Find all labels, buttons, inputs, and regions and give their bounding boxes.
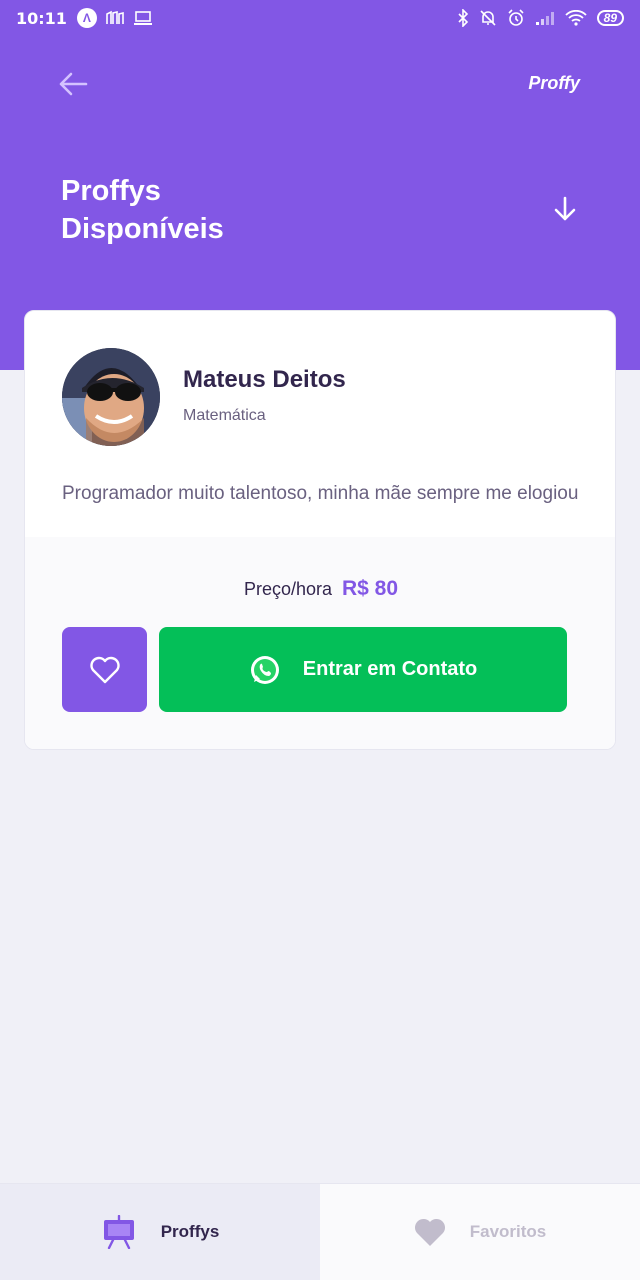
filter-toggle-icon[interactable] <box>552 196 578 222</box>
tab-proffys[interactable]: Proffys <box>0 1184 320 1280</box>
laptop-icon <box>133 11 152 25</box>
bluetooth-icon <box>458 9 468 27</box>
price-row: Preço/hora R$ 80 <box>25 577 615 601</box>
back-arrow-icon[interactable] <box>58 70 88 98</box>
whatsapp-icon <box>250 655 279 684</box>
easel-icon <box>103 1215 134 1249</box>
contact-button-label: Entrar em Contato <box>302 658 478 680</box>
page-title-line2: Disponíveis <box>61 213 224 245</box>
teacher-name: Mateus Deitos <box>183 366 346 393</box>
price-label: Preço/hora <box>243 579 332 599</box>
app-logo-icon <box>106 10 124 24</box>
contact-button[interactable]: Entrar em Contato <box>159 627 567 712</box>
price-value: R$ 80 <box>342 577 399 600</box>
brand-logo: Proffy <box>528 73 580 93</box>
avatar <box>62 348 160 446</box>
heart-icon <box>414 1218 445 1246</box>
status-time: 10:11 <box>16 8 67 28</box>
card-footer: Preço/hora R$ 80 Entrar em Contato <box>25 537 615 749</box>
page-title-line1: Proffys <box>61 175 161 207</box>
app-notification-icon: Λ <box>76 8 97 28</box>
teacher-bio: Programador muito talentoso, minha mãe s… <box>62 483 579 504</box>
alarm-icon <box>508 9 524 26</box>
status-bar: 10:11 Λ 89 <box>0 0 640 36</box>
tab-favoritos-label: Favoritos <box>469 1222 547 1241</box>
signal-icon <box>535 12 554 25</box>
bottom-tab-bar: Proffys Favoritos <box>0 1183 640 1280</box>
page-title: Proffys Disponíveis <box>61 172 224 248</box>
notifications-off-icon <box>480 10 496 26</box>
battery-indicator: 89 <box>596 10 624 26</box>
tab-favoritos[interactable]: Favoritos <box>320 1184 640 1280</box>
wifi-icon <box>564 10 587 26</box>
tab-proffys-label: Proffys <box>160 1222 220 1241</box>
heart-outline-icon <box>89 656 120 683</box>
favorite-button[interactable] <box>62 627 147 712</box>
teacher-subject: Matemática <box>183 407 266 424</box>
teacher-card: Mateus Deitos Matemática Programador mui… <box>24 310 616 750</box>
